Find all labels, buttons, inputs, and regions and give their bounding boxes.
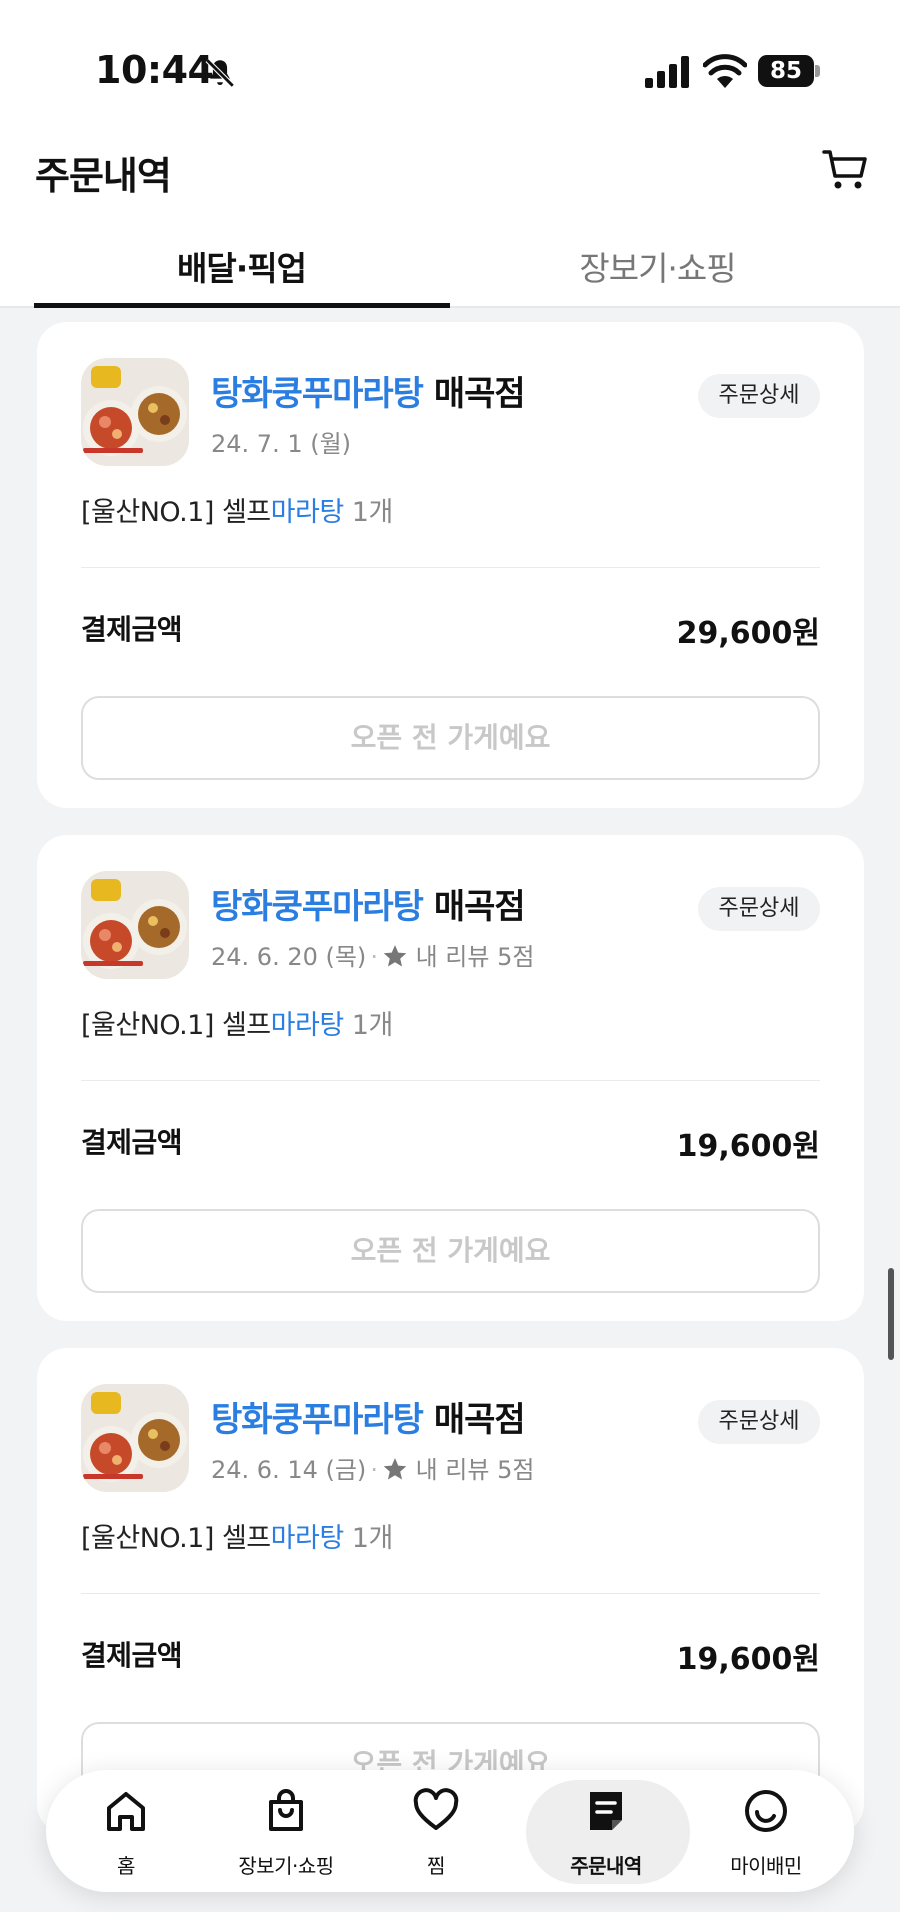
menu-quantity: 1개 <box>351 1010 394 1041</box>
payment-amount: 29,600원 <box>676 616 820 651</box>
order-date: 24. 6. 14 (금) <box>211 1456 367 1484</box>
nav-item-orders[interactable]: 주문내역 <box>526 1770 690 1892</box>
store-thumbnail <box>81 871 189 979</box>
store-name-highlight: 탕화쿵푸마라탕 <box>211 374 424 414</box>
order-detail-button[interactable]: 주문상세 <box>698 374 820 418</box>
store-name[interactable]: 탕화쿵푸마라탕 매곡점 <box>211 879 526 928</box>
home-icon <box>107 1792 145 1831</box>
menu-summary: [울산NO.1] 셀프마라탕 1개 <box>81 490 393 529</box>
wifi-icon <box>703 54 747 88</box>
order-meta: 24. 6. 14 (금) · 내 리뷰 5점 <box>211 1456 535 1484</box>
order-meta: 24. 7. 1 (월) <box>211 424 351 459</box>
nav-item-favorites[interactable]: 찜 <box>356 1770 516 1892</box>
order-detail-button[interactable]: 주문상세 <box>698 887 820 931</box>
tab-delivery-pickup[interactable]: 배달·픽업 <box>34 242 449 290</box>
store-branch: 매곡점 <box>433 887 526 927</box>
menu-highlight: 마라탕 <box>270 497 345 528</box>
order-card[interactable]: 탕화쿵푸마라탕 매곡점 24. 6. 20 (목) · 내 리뷰 5점 주문상세 … <box>37 835 864 1321</box>
order-card[interactable]: 탕화쿵푸마라탕 매곡점 24. 7. 1 (월) 주문상세 [울산NO.1] 셀… <box>37 322 864 808</box>
menu-summary: [울산NO.1] 셀프마라탕 1개 <box>81 1516 393 1555</box>
order-card[interactable]: 탕화쿵푸마라탕 매곡점 24. 6. 14 (금) · 내 리뷰 5점 주문상세 … <box>37 1348 864 1834</box>
store-name[interactable]: 탕화쿵푸마라탕 매곡점 <box>211 366 526 415</box>
scrollbar[interactable] <box>888 1268 894 1360</box>
order-type-tabs: 배달·픽업 장보기·쇼핑 <box>0 230 900 308</box>
review-score[interactable]: 내 리뷰 5점 <box>416 943 535 971</box>
store-branch: 매곡점 <box>433 1400 526 1440</box>
payment-label: 결제금액 <box>81 613 183 646</box>
bell-off-icon <box>205 58 235 88</box>
active-tab-indicator <box>34 303 450 308</box>
store-closed-button[interactable]: 오픈 전 가게예요 <box>81 696 820 780</box>
menu-prefix: [울산NO.1] 셀프 <box>81 1523 271 1554</box>
menu-quantity: 1개 <box>351 497 394 528</box>
store-closed-button[interactable]: 오픈 전 가게예요 <box>81 1209 820 1293</box>
nav-item-shopping[interactable]: 장보기·쇼핑 <box>206 1770 366 1892</box>
shopping-bag-icon <box>269 1789 303 1831</box>
receipt-icon <box>590 1792 622 1830</box>
order-date: 24. 7. 1 (월) <box>211 430 352 458</box>
nav-item-home[interactable]: 홈 <box>46 1770 206 1892</box>
payment-label: 결제금액 <box>81 1126 183 1159</box>
nav-label: 장보기·쇼핑 <box>238 1854 334 1878</box>
tab-grocery-shopping[interactable]: 장보기·쇼핑 <box>450 242 865 290</box>
divider <box>81 1080 820 1081</box>
nav-label: 마이배민 <box>730 1854 802 1878</box>
order-list[interactable]: 탕화쿵푸마라탕 매곡점 24. 7. 1 (월) 주문상세 [울산NO.1] 셀… <box>0 310 900 1912</box>
signal-icon <box>645 56 689 88</box>
page-title: 주문내역 <box>35 154 172 198</box>
menu-summary: [울산NO.1] 셀프마라탕 1개 <box>81 1003 393 1042</box>
store-name-highlight: 탕화쿵푸마라탕 <box>211 1400 424 1440</box>
store-thumbnail <box>81 358 189 466</box>
payment-label: 결제금액 <box>81 1639 183 1672</box>
bottom-nav: 홈 장보기·쇼핑 찜 주문내역 마이배민 <box>46 1770 854 1892</box>
payment-amount: 19,600원 <box>676 1642 820 1677</box>
battery-level: 85 <box>758 55 814 87</box>
store-thumbnail <box>81 1384 189 1492</box>
menu-prefix: [울산NO.1] 셀프 <box>81 497 271 528</box>
order-meta: 24. 6. 20 (목) · 내 리뷰 5점 <box>211 943 535 971</box>
nav-label: 주문내역 <box>570 1854 642 1878</box>
menu-prefix: [울산NO.1] 셀프 <box>81 1010 271 1041</box>
menu-highlight: 마라탕 <box>270 1010 345 1041</box>
status-time: 10:44 <box>95 48 214 92</box>
smile-icon <box>745 1790 787 1832</box>
divider <box>81 567 820 568</box>
menu-highlight: 마라탕 <box>270 1523 345 1554</box>
store-name[interactable]: 탕화쿵푸마라탕 매곡점 <box>211 1392 526 1441</box>
nav-label: 홈 <box>117 1854 135 1878</box>
cart-icon[interactable] <box>820 144 870 194</box>
header: 주문내역 <box>0 130 900 230</box>
payment-amount: 19,600원 <box>676 1129 820 1164</box>
nav-item-my-baemin[interactable]: 마이배민 <box>686 1770 846 1892</box>
menu-quantity: 1개 <box>351 1523 394 1554</box>
review-score[interactable]: 내 리뷰 5점 <box>416 1456 535 1484</box>
heart-icon <box>413 1788 459 1830</box>
star-icon <box>383 945 407 967</box>
order-detail-button[interactable]: 주문상세 <box>698 1400 820 1444</box>
nav-label: 찜 <box>427 1854 445 1878</box>
order-date: 24. 6. 20 (목) <box>211 943 367 971</box>
status-bar: 10:44 85 <box>0 0 900 130</box>
store-name-highlight: 탕화쿵푸마라탕 <box>211 887 424 927</box>
divider <box>81 1593 820 1594</box>
battery-icon: 85 <box>758 55 820 87</box>
store-branch: 매곡점 <box>433 374 526 414</box>
star-icon <box>383 1458 407 1480</box>
